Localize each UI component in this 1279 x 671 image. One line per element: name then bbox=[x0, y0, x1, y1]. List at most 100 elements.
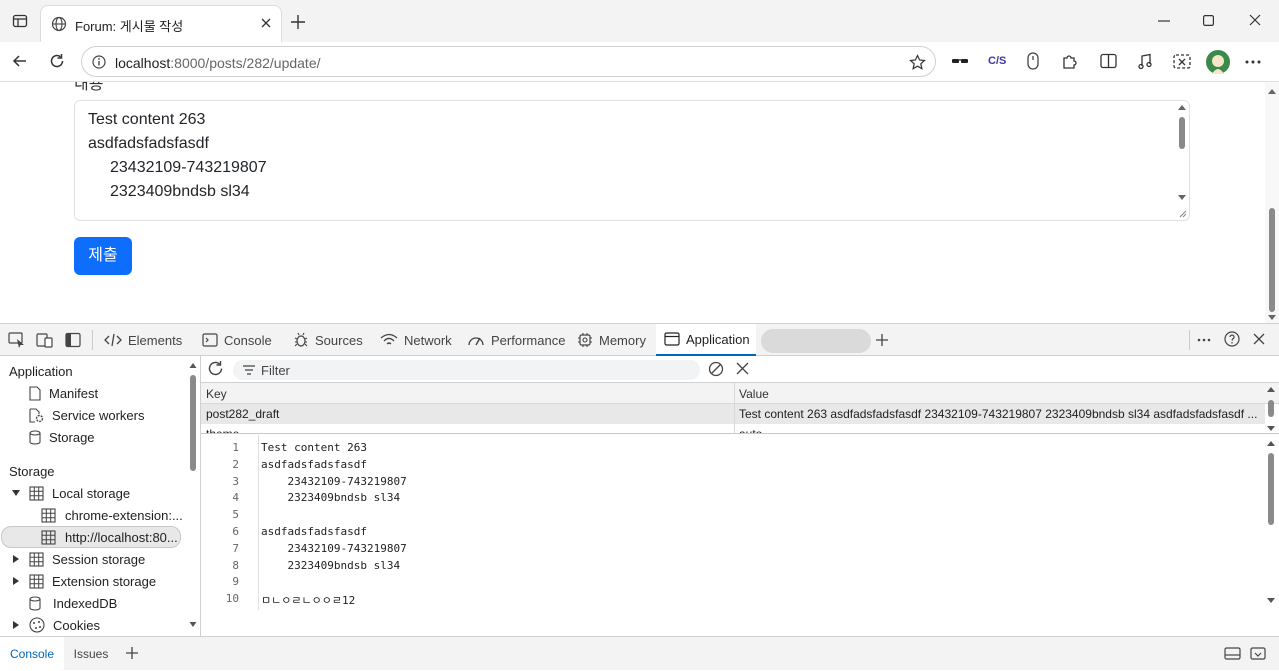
tab-elements[interactable]: Elements bbox=[104, 324, 182, 356]
tab-console[interactable]: Console bbox=[202, 324, 272, 356]
sidebar-item-storage[interactable]: Storage bbox=[29, 427, 95, 447]
submit-button[interactable]: 제출 bbox=[74, 237, 132, 275]
sidebar-item-indexeddb[interactable]: IndexedDB bbox=[29, 593, 117, 613]
profile-avatar[interactable] bbox=[1206, 50, 1230, 74]
extension-sunglasses-icon[interactable] bbox=[951, 54, 969, 68]
application-sidebar: Application Manifest Service workers Sto… bbox=[0, 356, 201, 636]
sidebar-heading-storage: Storage bbox=[9, 463, 55, 479]
refresh-storage-icon[interactable] bbox=[207, 360, 224, 377]
filter-placeholder: Filter bbox=[261, 363, 290, 378]
devtools-panel: Elements Console Sources Network Perform… bbox=[0, 323, 1279, 671]
sidebar-heading-application: Application bbox=[9, 363, 73, 379]
inspect-element-icon[interactable] bbox=[8, 332, 26, 348]
key-cell: post282_draft bbox=[206, 407, 280, 421]
sidebar-item-service-workers[interactable]: Service workers bbox=[29, 405, 144, 425]
line-number: 1 bbox=[232, 441, 239, 454]
preview-scrollbar[interactable] bbox=[1266, 439, 1276, 605]
content-textarea[interactable]: Test content 263 asdfadsfadsfasdf 234321… bbox=[74, 100, 1190, 221]
cookie-icon bbox=[29, 617, 45, 633]
dock-drawer-icon[interactable] bbox=[1224, 646, 1241, 661]
device-toolbar-icon[interactable] bbox=[36, 332, 54, 348]
sidebar-item-label: IndexedDB bbox=[53, 595, 118, 611]
column-header-key[interactable]: Key bbox=[201, 383, 734, 404]
new-tab-icon[interactable] bbox=[290, 14, 306, 30]
extension-mouse-icon[interactable] bbox=[1026, 52, 1040, 70]
document-icon bbox=[29, 385, 41, 401]
refresh-icon[interactable] bbox=[49, 53, 65, 69]
sidebar-item-manifest[interactable]: Manifest bbox=[29, 383, 98, 403]
favorite-star-icon[interactable] bbox=[909, 54, 926, 71]
expanded-triangle-icon bbox=[11, 488, 21, 498]
tab-sources[interactable]: Sources bbox=[293, 324, 363, 356]
line-number: 2 bbox=[232, 458, 239, 471]
collapsed-triangle-icon bbox=[11, 620, 21, 630]
delete-selected-icon[interactable] bbox=[736, 362, 749, 375]
address-bar[interactable]: localhost:8000/posts/282/update/ bbox=[81, 46, 936, 77]
service-worker-gear-icon bbox=[29, 407, 44, 423]
line-number: 5 bbox=[232, 508, 239, 521]
back-icon[interactable] bbox=[12, 53, 28, 69]
browser-tab[interactable]: Forum: 게시물 작성 bbox=[40, 5, 282, 42]
favorites-music-icon[interactable] bbox=[1138, 53, 1156, 70]
filter-input[interactable]: Filter bbox=[233, 360, 700, 380]
sidebar-item-session-storage[interactable]: Session storage bbox=[11, 549, 145, 569]
wifi-icon bbox=[380, 333, 398, 347]
column-divider[interactable] bbox=[734, 383, 735, 433]
storage-main-pane: Filter Key Value post282_draft Test cont… bbox=[201, 356, 1279, 636]
extension-cjs-icon[interactable]: C/S bbox=[988, 55, 1006, 67]
drawer-tab-issues[interactable]: Issues bbox=[66, 637, 116, 671]
column-header-value[interactable]: Value bbox=[734, 383, 1279, 404]
grid-icon bbox=[29, 485, 44, 501]
close-devtools-icon[interactable] bbox=[1253, 333, 1265, 345]
sidebar-item-chrome-extension[interactable]: chrome-extension:... bbox=[41, 505, 183, 525]
split-screen-icon[interactable] bbox=[1100, 53, 1117, 69]
application-window-icon bbox=[664, 332, 680, 346]
extensions-puzzle-icon[interactable] bbox=[1061, 52, 1079, 70]
add-panel-icon[interactable] bbox=[875, 333, 889, 347]
minimize-icon[interactable] bbox=[1158, 20, 1170, 22]
more-devtools-icon[interactable] bbox=[1197, 338, 1211, 342]
site-info-icon[interactable] bbox=[92, 55, 106, 69]
more-options-icon[interactable] bbox=[1245, 60, 1261, 64]
drawer-tab-console[interactable]: Console bbox=[0, 637, 64, 671]
table-row[interactable]: post282_draft Test content 263 asdfadsfa… bbox=[201, 404, 1265, 424]
grid-icon bbox=[41, 507, 56, 523]
table-row[interactable]: theme auto bbox=[201, 424, 1265, 433]
line-number: 8 bbox=[232, 559, 239, 572]
sidebar-item-label: http://localhost:80... bbox=[65, 529, 178, 545]
database-icon bbox=[29, 595, 41, 611]
resize-handle-icon[interactable] bbox=[1179, 210, 1187, 218]
tab-label: Console bbox=[224, 332, 272, 348]
tab-memory[interactable]: Memory bbox=[577, 324, 646, 356]
close-tab-icon[interactable] bbox=[260, 17, 272, 29]
line-number: 10 bbox=[225, 592, 239, 605]
screenshot-icon[interactable] bbox=[1173, 53, 1191, 70]
tab-network[interactable]: Network bbox=[380, 324, 452, 356]
page-scrollbar[interactable] bbox=[1265, 82, 1279, 323]
textarea-scrollbar[interactable] bbox=[1176, 103, 1188, 209]
sidebar-scrollbar[interactable] bbox=[189, 360, 197, 630]
dock-side-icon[interactable] bbox=[65, 332, 81, 348]
sidebar-item-cookies[interactable]: Cookies bbox=[11, 615, 100, 635]
add-drawer-tab-icon[interactable] bbox=[125, 646, 139, 660]
tab-actions-icon[interactable] bbox=[12, 13, 28, 29]
sidebar-item-label: chrome-extension:... bbox=[65, 507, 183, 523]
close-drawer-icon[interactable] bbox=[1250, 646, 1266, 661]
tab-performance[interactable]: Performance bbox=[467, 324, 565, 356]
url-text: localhost:8000/posts/282/update/ bbox=[115, 55, 321, 71]
line-number: 9 bbox=[232, 575, 239, 588]
tab-application[interactable]: Application bbox=[656, 324, 756, 356]
clear-all-icon[interactable] bbox=[708, 361, 724, 377]
page-viewport: 내용 Test content 263 asdfadsfadsfasdf 234… bbox=[0, 82, 1279, 323]
table-scrollbar[interactable] bbox=[1266, 385, 1276, 433]
sidebar-item-local-storage[interactable]: Local storage bbox=[11, 483, 130, 503]
sidebar-item-localhost[interactable]: http://localhost:80... bbox=[1, 526, 181, 548]
maximize-icon[interactable] bbox=[1203, 15, 1214, 26]
sidebar-item-extension-storage[interactable]: Extension storage bbox=[11, 571, 156, 591]
tab-label: Sources bbox=[315, 332, 363, 348]
help-icon[interactable] bbox=[1224, 331, 1240, 347]
sidebar-item-label: Session storage bbox=[52, 551, 146, 567]
tab-label: Elements bbox=[128, 332, 183, 348]
devtools-drawer: Console Issues bbox=[0, 636, 1279, 671]
close-window-icon[interactable] bbox=[1249, 14, 1261, 26]
